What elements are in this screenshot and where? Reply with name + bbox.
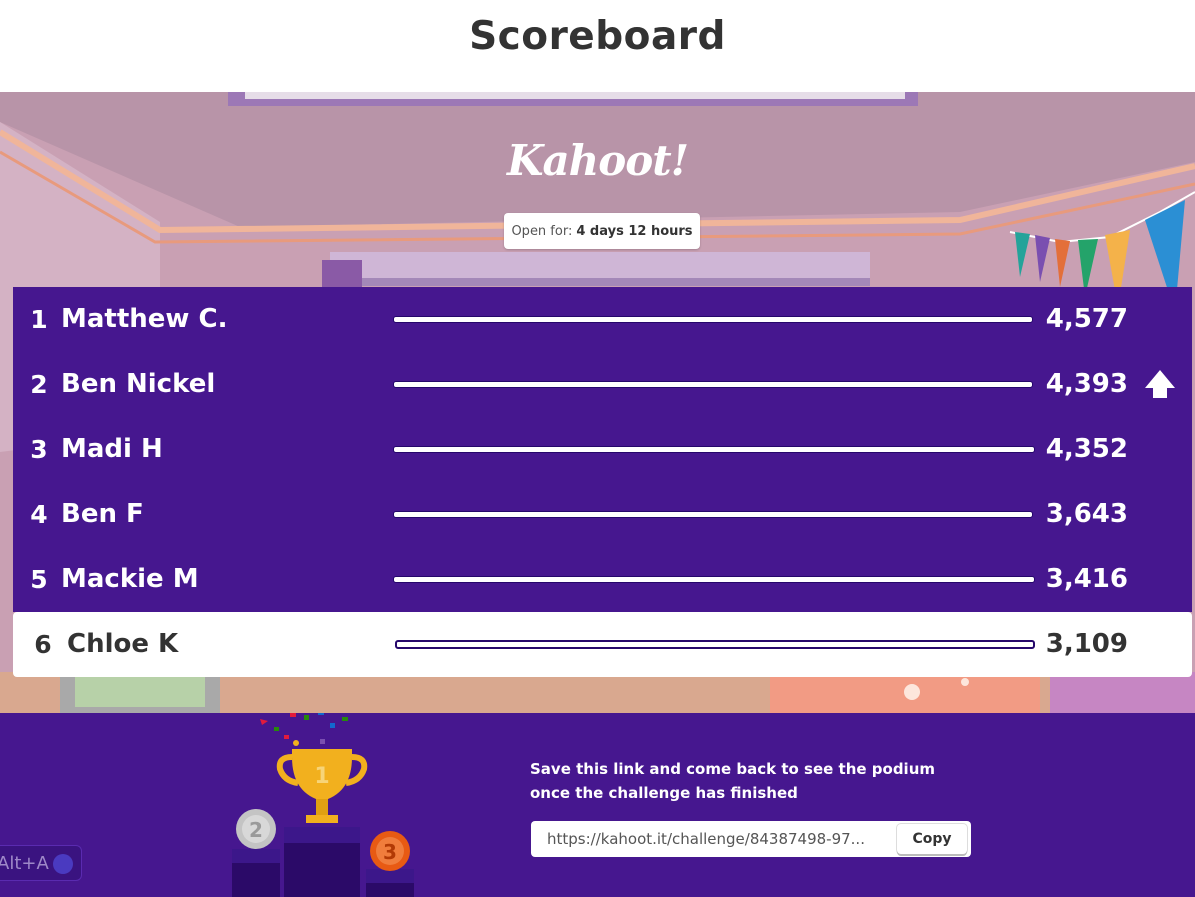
leaderboard-row: 5 Mackie M 3,416 [13, 547, 1192, 612]
leaderboard: 1 Matthew C. 4,577 2 Ben Nickel 4,393 3 … [13, 287, 1192, 677]
player-name: Mackie M [61, 564, 199, 594]
copy-button[interactable]: Copy [897, 824, 967, 854]
score-bar [393, 446, 1035, 453]
score-bar [393, 316, 1033, 323]
player-score: 4,393 [1045, 369, 1128, 399]
player-score: 3,643 [1045, 499, 1128, 529]
podium-label-3: 3 [383, 840, 397, 864]
rank: 4 [30, 500, 48, 529]
challenge-link-text[interactable]: https://kahoot.it/challenge/84387498-97.… [547, 821, 887, 857]
player-name: Ben F [61, 499, 144, 529]
save-link-message: Save this link and come back to see the … [530, 760, 935, 802]
accessibility-shortcut-badge[interactable]: Alt+A [0, 845, 82, 881]
top-bar: Scoreboard [0, 0, 1195, 92]
rank: 3 [30, 435, 48, 464]
page-title: Scoreboard [469, 14, 726, 59]
score-bar [393, 381, 1033, 388]
challenge-link-field[interactable]: https://kahoot.it/challenge/84387498-97.… [531, 821, 971, 857]
leaderboard-row: 3 Madi H 4,352 [13, 417, 1192, 482]
score-bar [395, 640, 1035, 649]
player-score: 4,352 [1045, 434, 1128, 464]
player-name: Madi H [61, 434, 163, 464]
open-for-label: Open for: [511, 223, 573, 239]
rank: 2 [30, 370, 48, 399]
footer-panel: 1 2 3 Save this link and come back to se… [0, 713, 1195, 897]
current-player-row: 6 Chloe K 3,109 [13, 612, 1192, 677]
leaderboard-row: 4 Ben F 3,643 [13, 482, 1192, 547]
player-score: 4,577 [1045, 304, 1128, 334]
player-score: 3,109 [1045, 629, 1128, 659]
score-bar [393, 576, 1035, 583]
score-bar [393, 511, 1033, 518]
leaderboard-row: 2 Ben Nickel 4,393 [13, 352, 1192, 417]
open-for-value: 4 days 12 hours [576, 223, 693, 239]
podium-label-1: 1 [314, 764, 329, 789]
audio-icon [53, 854, 73, 874]
arrow-up-icon [1145, 370, 1175, 398]
player-score: 3,416 [1045, 564, 1128, 594]
kahoot-logo: Kahoot! [506, 136, 689, 185]
trophy-podium-illustration: 1 2 3 [232, 713, 414, 897]
classroom-background: Kahoot! Open for: 4 days 12 hours 1 Matt… [0, 92, 1195, 713]
podium-label-2: 2 [249, 818, 263, 842]
rank: 6 [34, 630, 52, 659]
rank: 5 [30, 565, 48, 594]
rank: 1 [30, 305, 48, 334]
open-for-badge: Open for: 4 days 12 hours [504, 213, 700, 249]
player-name: Chloe K [67, 629, 179, 659]
player-name: Ben Nickel [61, 369, 216, 399]
player-name: Matthew C. [61, 304, 228, 334]
leaderboard-row: 1 Matthew C. 4,577 [13, 287, 1192, 352]
accessibility-shortcut-label: Alt+A [0, 853, 49, 874]
